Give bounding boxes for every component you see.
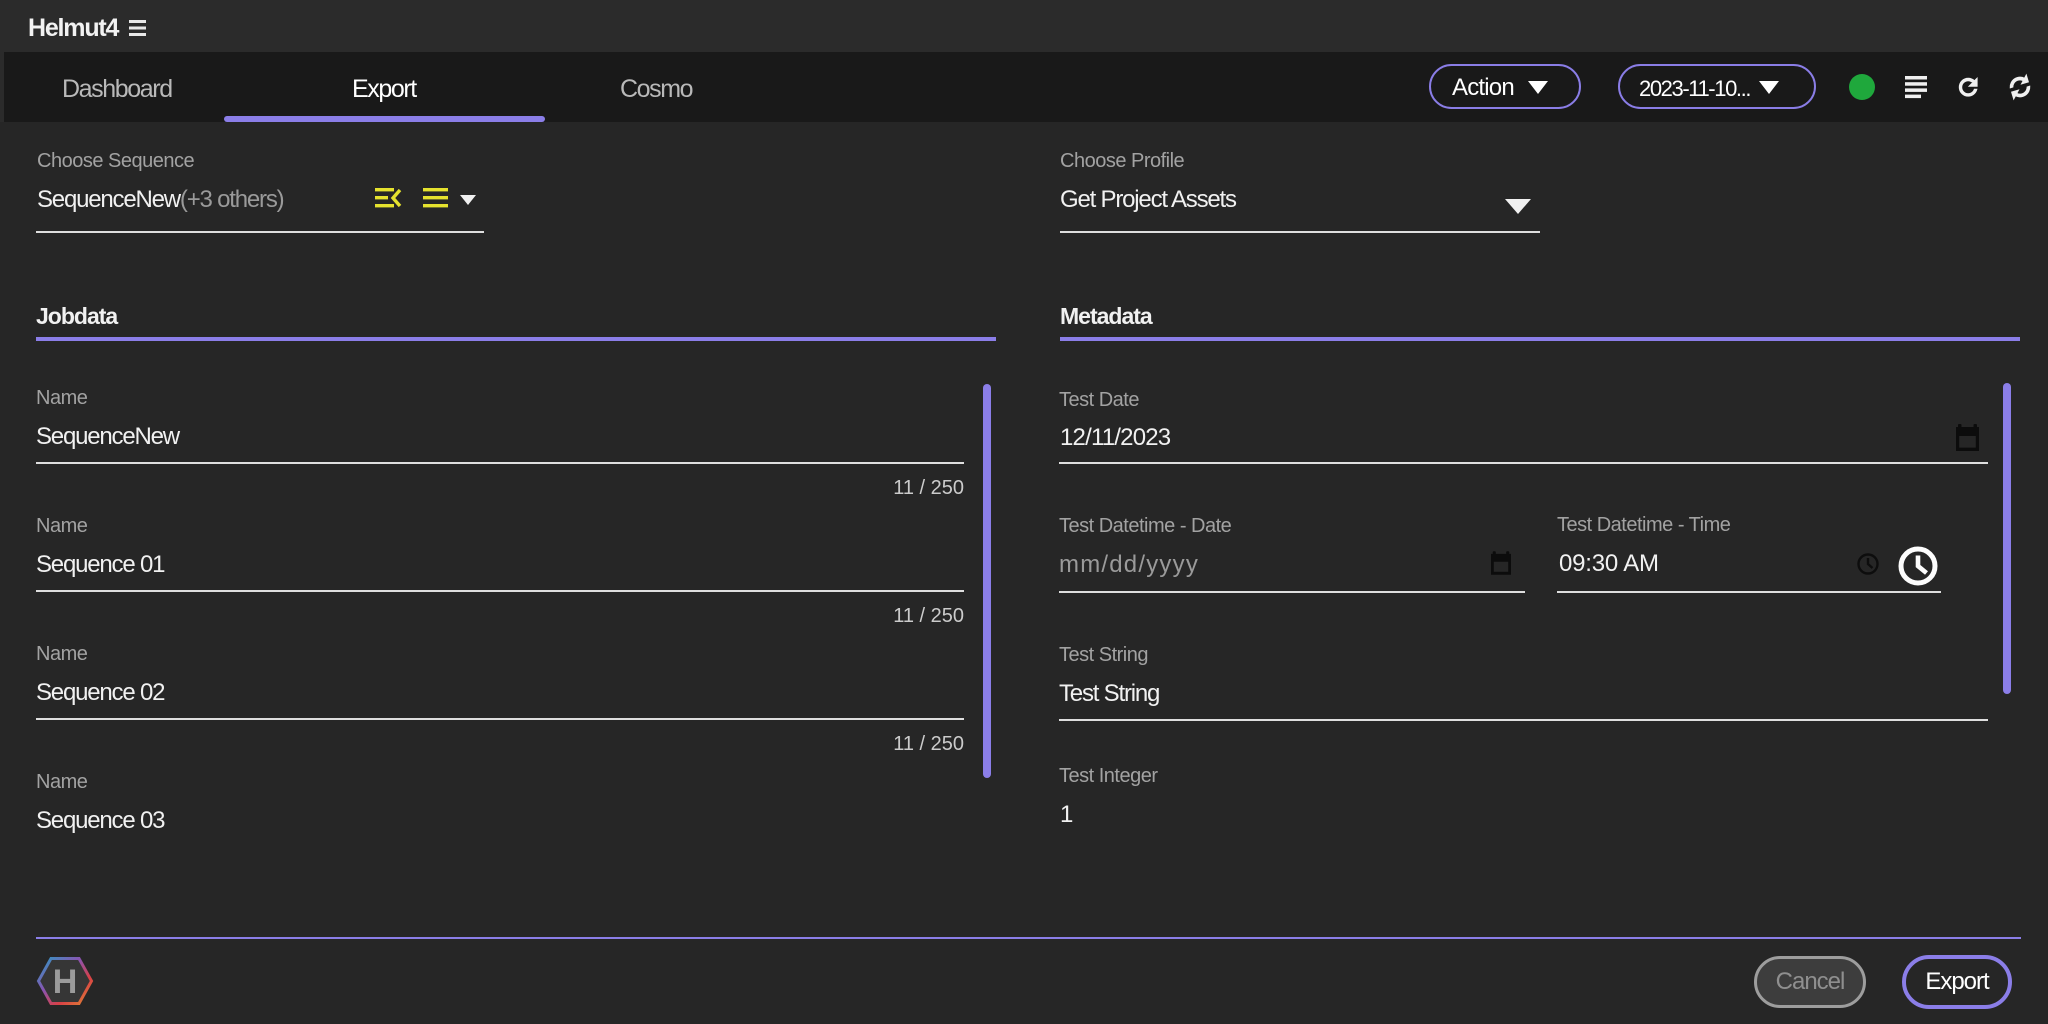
svg-text:H: H xyxy=(53,963,78,1001)
